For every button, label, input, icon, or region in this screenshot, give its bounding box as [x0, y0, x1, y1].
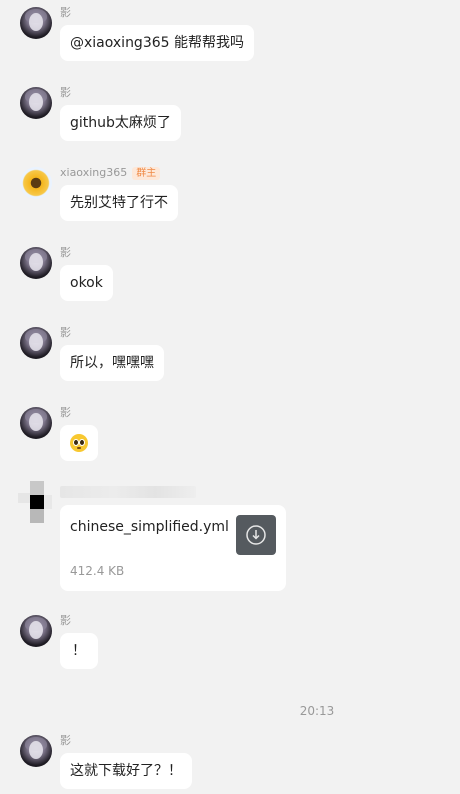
message-bubble[interactable]: github太麻烦了 — [60, 105, 181, 141]
sender-name: 影 — [60, 246, 71, 259]
chat-message-list[interactable]: 影 @xiaoxing365 能帮帮我吗 影 github太麻烦了 xiaoxi… — [0, 0, 460, 794]
avatar[interactable] — [20, 167, 52, 199]
sender-name: 影 — [60, 86, 71, 99]
avatar[interactable] — [20, 407, 52, 439]
message-bubble[interactable]: 先别艾特了行不 — [60, 185, 178, 221]
message-bubble[interactable]: @xiaoxing365 能帮帮我吗 — [60, 25, 254, 61]
sender-name: xiaoxing365 群主 — [60, 166, 161, 180]
sender-name-text: xiaoxing365 — [60, 166, 128, 179]
sender-name: 影 — [60, 326, 71, 339]
avatar[interactable] — [20, 247, 52, 279]
sender-name: 影 — [60, 614, 71, 627]
file-name: chinese_simplified.yml — [70, 519, 229, 535]
message-bubble[interactable]: okok — [60, 265, 113, 301]
avatar[interactable] — [20, 735, 52, 767]
obscured-sender-name — [60, 486, 196, 498]
message-bubble[interactable]: ！ — [60, 633, 98, 669]
pleading-face-emoji-icon — [70, 434, 88, 452]
message-bubble[interactable]: 所以，嘿嘿嘿 — [60, 345, 164, 381]
group-owner-badge: 群主 — [132, 167, 161, 180]
message-bubble[interactable]: 这就下载好了？！ — [60, 753, 192, 789]
avatar[interactable] — [20, 7, 52, 39]
sender-name: 影 — [60, 734, 71, 747]
sender-name: 影 — [60, 6, 71, 19]
file-size: 412.4 KB — [70, 564, 125, 578]
obscured-avatar — [18, 481, 52, 523]
sender-name: 影 — [60, 406, 71, 419]
download-button[interactable] — [236, 515, 276, 555]
avatar[interactable] — [20, 327, 52, 359]
avatar[interactable] — [20, 615, 52, 647]
avatar[interactable] — [20, 87, 52, 119]
download-icon — [246, 525, 266, 545]
file-attachment-card[interactable]: chinese_simplified.yml 412.4 KB — [60, 505, 286, 591]
message-bubble[interactable] — [60, 425, 98, 461]
time-divider: 20:13 — [299, 704, 335, 718]
